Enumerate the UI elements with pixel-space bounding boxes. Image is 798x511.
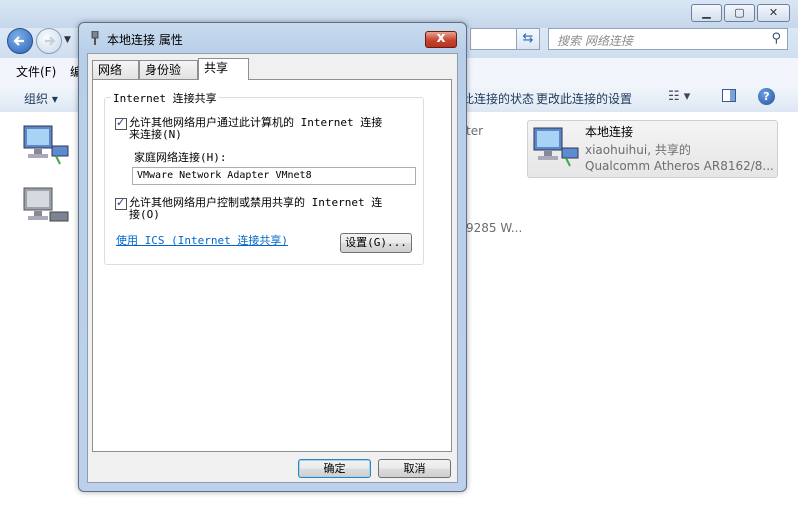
view-options-icon[interactable]: ☷ ▾ [668,89,690,104]
dialog-close-button[interactable]: x [425,30,457,48]
arrow-left-icon [13,36,24,46]
search-box[interactable]: 搜索 网络连接 ⚲ [548,28,788,50]
tab-authentication[interactable]: 身份验证 [139,60,198,95]
allow-control-label-line2: 接(O) [129,208,160,221]
search-icon[interactable]: ⚲ [771,31,781,46]
history-dropdown-icon[interactable]: ▼ [64,35,71,45]
network-connection-icon[interactable] [22,124,72,168]
back-button[interactable] [7,28,33,54]
speed-fragment-text: 9285 W... [466,221,523,235]
allow-connect-checkbox[interactable]: ✓ [115,116,127,130]
maximize-icon: ▢ [734,6,745,19]
organize-menu[interactable]: 组织 ▾ [24,90,58,107]
ics-groupbox: Internet 连接共享 ✓ 允许其他网络用户通过此计算机的 Internet… [104,90,424,265]
dialog-title: 本地连接 属性 [107,33,183,47]
preview-pane-icon[interactable] [722,89,736,102]
tab-label: 共享 [204,61,229,75]
allow-connect-label-line2: 来连接(N) [129,128,182,141]
tab-label: 网络 [98,63,123,77]
tab-network[interactable]: 网络 [92,60,139,79]
allow-control-checkbox[interactable]: ✓ [115,196,127,210]
settings-button[interactable]: 设置(G)... [340,233,412,253]
local-connection-item[interactable]: 本地连接 xiaohuihui, 共享的 Qualcomm Atheros AR… [527,120,778,178]
connection-adapter: Qualcomm Atheros AR8162/8... [585,159,774,173]
network-connection-icon[interactable] [22,186,72,230]
refresh-button[interactable]: ⇆ [516,28,540,50]
dialog-body: 网络 身份验证 共享 Internet 连接共享 ✓ 允许其他网络用户通过此计算… [87,53,458,483]
search-placeholder: 搜索 网络连接 [557,34,633,48]
ics-help-link[interactable]: 使用 ICS (Internet 连接共享) [116,232,288,248]
sharing-panel: Internet 连接共享 ✓ 允许其他网络用户通过此计算机的 Internet… [92,79,452,452]
close-button[interactable]: ✕ [757,4,790,22]
home-network-field[interactable]: VMware Network Adapter VMnet8 [132,167,416,185]
close-icon: x [436,30,446,46]
checkmark-icon: ✓ [116,116,126,129]
minimize-button[interactable]: ▁ [691,4,722,22]
checkmark-icon: ✓ [116,196,126,209]
connection-status: xiaohuihui, 共享的 [585,143,691,157]
ok-button[interactable]: 确定 [298,459,371,478]
maximize-button[interactable]: ▢ [724,4,755,22]
forward-button[interactable] [36,28,62,54]
network-plug-icon [91,31,99,45]
network-connection-icon [533,127,579,167]
help-icon[interactable]: ? [758,88,775,105]
connection-name: 本地连接 [585,125,634,139]
tab-sharing[interactable]: 共享 [198,58,249,80]
properties-dialog: 本地连接 属性 x 网络 身份验证 共享 Internet 连接共享 ✓ 允许其… [78,22,467,492]
change-settings-command[interactable]: 更改此连接的设置 [536,90,632,107]
allow-control-label: 允许其他网络用户控制或禁用共享的 Internet 连 [129,196,383,209]
home-network-label: 家庭网络连接(H): [134,151,227,164]
group-title: Internet 连接共享 [111,90,219,106]
close-icon: ✕ [768,6,779,19]
cancel-button[interactable]: 取消 [378,459,451,478]
adapter-fragment-text: ter [466,124,484,138]
minimize-icon: ▁ [702,6,711,19]
refresh-icon: ⇆ [522,31,534,46]
menu-file[interactable]: 文件(F) [16,63,56,80]
arrow-right-icon [45,36,56,46]
